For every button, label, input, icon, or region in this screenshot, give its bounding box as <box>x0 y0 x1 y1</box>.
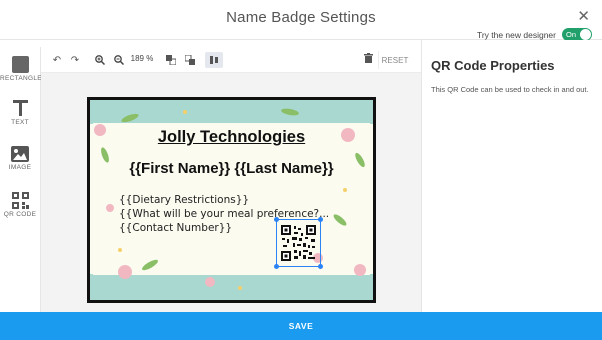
trash-icon[interactable] <box>364 53 373 66</box>
undo-icon[interactable]: ↶ <box>50 53 64 67</box>
tool-label: IMAGE <box>8 164 32 171</box>
badge-full-name[interactable]: {{First Name}} {{Last Name}} <box>90 160 373 177</box>
zoom-in-icon[interactable] <box>93 53 107 67</box>
resize-handle[interactable] <box>274 217 279 222</box>
zoom-level[interactable]: 189 % <box>128 54 156 63</box>
qr-code-icon <box>11 192 29 209</box>
modal-title: Name Badge Settings <box>226 9 376 26</box>
tool-qr-code[interactable]: QR CODE <box>0 192 40 218</box>
toggle-knob <box>580 29 591 40</box>
panel-description: This QR Code can be used to check in and… <box>431 85 589 94</box>
properties-panel: QR Code Properties This QR Code can be u… <box>421 40 602 312</box>
tool-sidebar: RECTANGLE TEXT IMAGE QR CODE <box>0 47 42 312</box>
reset-button[interactable]: RESET <box>378 51 411 69</box>
design-canvas[interactable]: Jolly Technologies {{First Name}} {{Last… <box>41 73 421 312</box>
send-backward-icon[interactable] <box>164 53 178 67</box>
tool-label: TEXT <box>11 119 29 126</box>
qr-code-image <box>281 225 316 261</box>
qr-code-element[interactable] <box>274 217 323 269</box>
bring-forward-icon[interactable] <box>183 53 197 67</box>
tool-image[interactable]: IMAGE <box>0 146 40 171</box>
panel-title: QR Code Properties <box>431 58 555 73</box>
badge-field-dietary[interactable]: {{Dietary Restrictions}} <box>119 194 249 206</box>
resize-handle[interactable] <box>318 264 323 269</box>
badge-field-contact[interactable]: {{Contact Number}} <box>119 222 232 234</box>
zoom-out-icon[interactable] <box>112 53 126 67</box>
modal-header: Name Badge Settings ✕ Try the new design… <box>0 0 602 41</box>
resize-handle[interactable] <box>318 217 323 222</box>
badge-company-name[interactable]: Jolly Technologies <box>90 128 373 147</box>
resize-handle[interactable] <box>274 264 279 269</box>
toggle-label: On <box>566 30 577 39</box>
image-icon <box>11 146 29 162</box>
tool-label: RECTANGLE <box>0 75 42 82</box>
name-badge[interactable]: Jolly Technologies {{First Name}} {{Last… <box>87 97 376 303</box>
text-icon <box>12 100 28 116</box>
editor-toolbar: ↶ ↷ 189 % RESET <box>41 47 421 73</box>
rectangle-icon <box>11 56 29 73</box>
save-button[interactable]: SAVE <box>0 312 602 340</box>
new-designer-label: Try the new designer <box>476 29 556 40</box>
align-icon[interactable] <box>205 52 223 68</box>
redo-icon[interactable]: ↷ <box>68 53 82 67</box>
tool-text[interactable]: TEXT <box>0 99 40 126</box>
close-icon[interactable]: ✕ <box>577 7 590 25</box>
tool-rectangle[interactable]: RECTANGLE <box>0 56 42 82</box>
tool-label: QR CODE <box>3 211 37 218</box>
